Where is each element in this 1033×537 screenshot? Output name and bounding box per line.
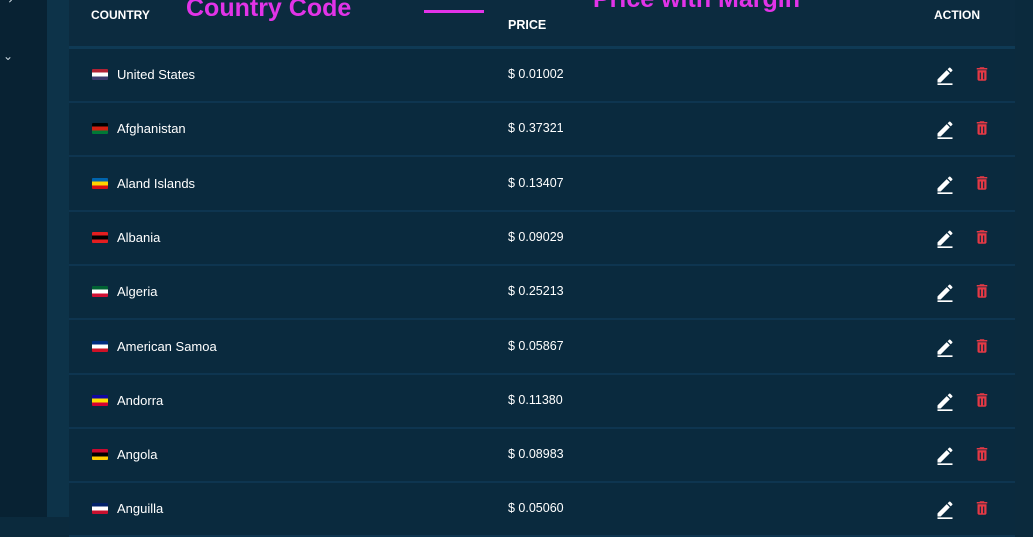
- annotation-country-code: Country Code: [186, 0, 352, 22]
- price-value: $ 0.05060: [508, 501, 564, 516]
- country-name: Angola: [117, 447, 158, 463]
- edit-icon[interactable]: [935, 445, 955, 466]
- table-row: United States $ 0.01002: [69, 49, 1015, 103]
- delete-icon[interactable]: [973, 64, 991, 84]
- annotation-price-with-margin: Price with Margin: [593, 0, 800, 14]
- delete-icon[interactable]: [973, 390, 991, 410]
- price-value: $ 0.01002: [508, 67, 564, 81]
- flag-icon: [92, 231, 108, 243]
- delete-icon[interactable]: [973, 227, 991, 247]
- country-name: Algeria: [117, 284, 158, 300]
- delete-icon[interactable]: [973, 118, 991, 138]
- country-name: Aland Islands: [117, 175, 196, 191]
- delete-icon[interactable]: [973, 444, 991, 464]
- edit-icon[interactable]: [935, 282, 955, 303]
- flag-icon: [92, 123, 108, 135]
- flag-icon: [92, 177, 108, 189]
- country-name: Afghanistan: [117, 121, 186, 137]
- table-row: Afghanistan $ 0.37321: [69, 103, 1015, 158]
- column-header-action: ACTION: [934, 8, 980, 22]
- edit-icon[interactable]: [935, 391, 955, 411]
- edit-icon[interactable]: [935, 119, 955, 140]
- sidebar: ⌄ ⌄: [0, 0, 47, 517]
- edit-icon[interactable]: [935, 174, 955, 194]
- table-row: Algeria $ 0.25213: [69, 266, 1015, 321]
- column-header-country[interactable]: COUNTRY: [91, 8, 150, 22]
- country-name: Anguilla: [117, 501, 164, 517]
- country-name: Albania: [117, 229, 161, 245]
- delete-icon[interactable]: [973, 336, 991, 356]
- country-price-table: COUNTRY PRICE ACTION United States $ 0.0…: [69, 0, 1015, 537]
- table-row: Anguilla $ 0.05060: [69, 483, 1015, 537]
- flag-icon: [92, 340, 108, 352]
- price-value: $ 0.13407: [508, 175, 564, 190]
- delete-icon[interactable]: [973, 498, 991, 518]
- column-header-price[interactable]: PRICE: [508, 18, 546, 32]
- edit-icon[interactable]: [935, 337, 955, 357]
- flag-icon: [92, 503, 108, 515]
- table-row: Andorra $ 0.11380: [69, 374, 1015, 429]
- price-value: $ 0.08983: [508, 447, 564, 462]
- price-value: $ 0.11380: [508, 392, 563, 407]
- price-value: $ 0.37321: [508, 121, 564, 136]
- chevron-right-icon[interactable]: ⌄: [1, 0, 15, 5]
- delete-icon[interactable]: [973, 173, 991, 193]
- edit-icon[interactable]: [935, 228, 955, 248]
- country-name: United States: [117, 67, 196, 82]
- content-gutter: [47, 0, 69, 517]
- table-row: Albania $ 0.09029: [69, 211, 1015, 266]
- price-value: $ 0.25213: [508, 284, 564, 299]
- flag-icon: [92, 449, 108, 461]
- delete-icon[interactable]: [973, 281, 991, 301]
- flag-icon: [92, 69, 108, 80]
- flag-icon: [92, 394, 108, 406]
- price-value: $ 0.05867: [508, 338, 564, 353]
- price-value: $ 0.09029: [508, 229, 564, 244]
- flag-icon: [92, 286, 108, 298]
- table-row: Aland Islands $ 0.13407: [69, 157, 1015, 212]
- country-name: American Samoa: [117, 338, 217, 354]
- edit-icon[interactable]: [935, 65, 955, 85]
- edit-icon[interactable]: [935, 499, 955, 520]
- annotation-underline: [424, 10, 484, 13]
- table-row: American Samoa $ 0.05867: [69, 320, 1015, 375]
- table-row: Angola $ 0.08983: [69, 429, 1015, 484]
- chevron-down-icon[interactable]: ⌄: [3, 50, 13, 62]
- country-name: Andorra: [117, 392, 164, 408]
